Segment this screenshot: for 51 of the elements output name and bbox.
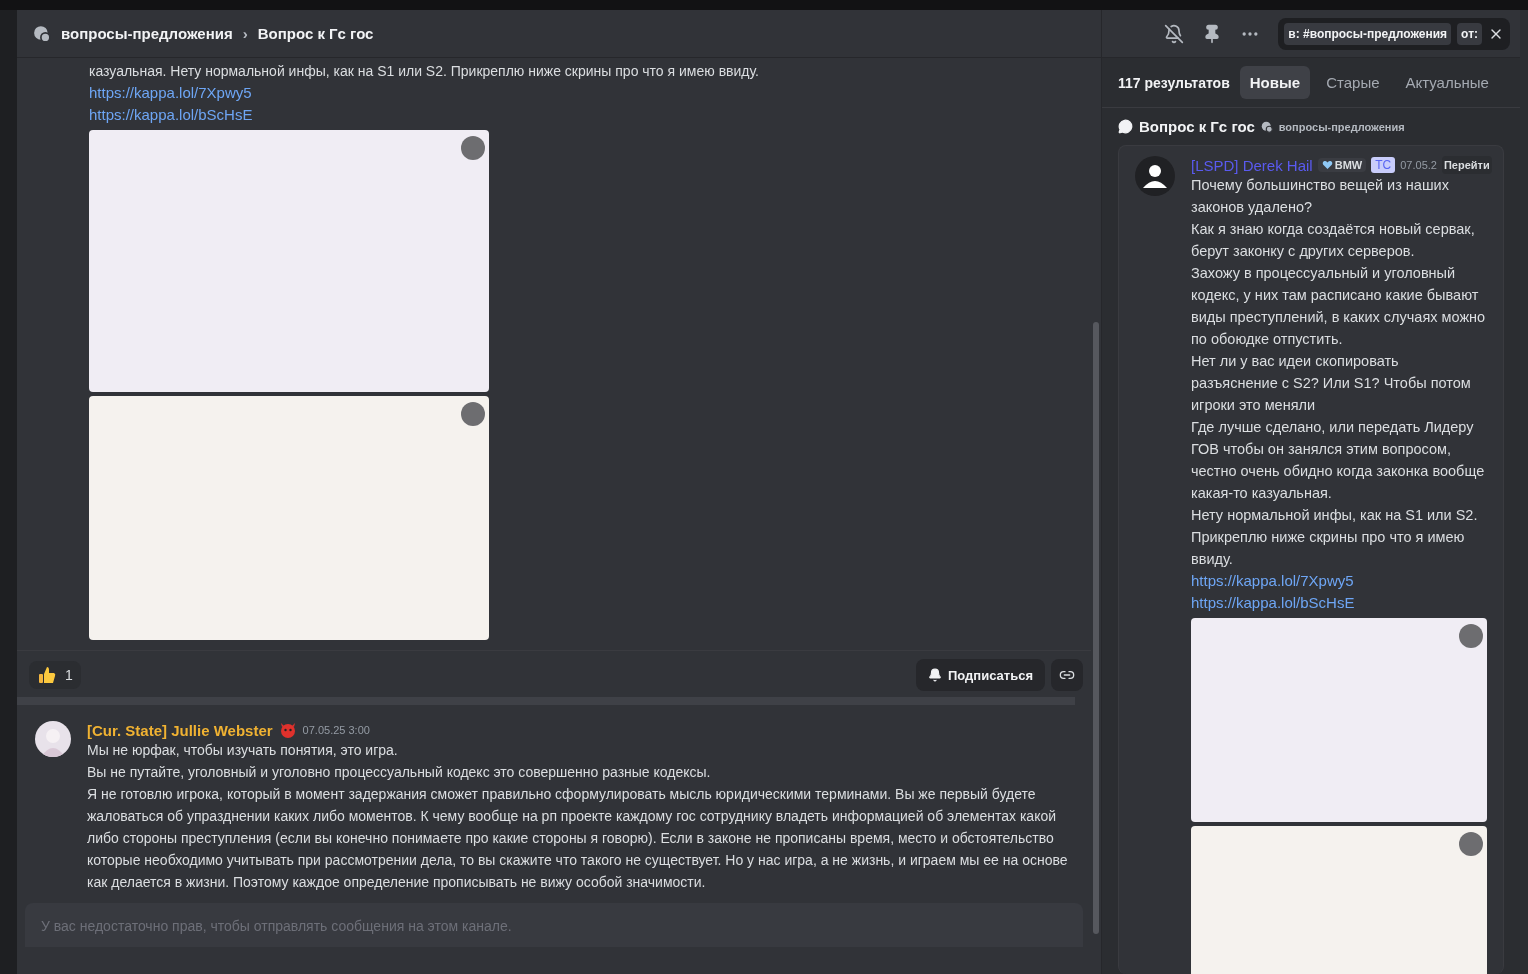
bell-icon	[928, 668, 942, 682]
message-text: Нет ли у вас идеи скопировать разъяснение с S2? Или S1? Чтобы потом игроки это меняли	[1191, 352, 1472, 415]
search-filter-chip[interactable]: в: #вопросы-предложения	[1284, 22, 1452, 45]
message-text: Нету нормальной инфы, как на S1 или S2. Прикреплю ниже скрины про что я имею ввиду.	[1191, 506, 1479, 569]
mute-icon[interactable]	[1164, 23, 1185, 44]
message-text: Я не готовлю игрока, который в момент задержания сможет правильно сформулировать мысль юридическими терминами. Вы же первый будете жаловаться об упразднении каких либо моментов. К чему вообще на рп проекте каждому гос сотруднику владеть информацией об элементах какой либо стороны преступления (если вы конечно понимаете про какие стороны я говорю). Если в законе не прописаны время, место и обстоятельство которые необходимо учитывать при рассмотрении дела, то вы скажите что такого не существует. Но у нас игра, а не жизнь, и играем мы ее на основе как делается в жизни. Поэтому каждое определение прописывать не вижу особой значимости.	[87, 785, 1069, 892]
loading-icon	[1459, 832, 1483, 856]
loading-icon	[1459, 624, 1483, 648]
message-time: 07.05.25 3:00	[302, 724, 370, 736]
devil-emoji-icon	[278, 721, 297, 739]
reaction-button[interactable]: 1	[29, 661, 81, 689]
sort-tab[interactable]: Актуальные	[1395, 66, 1499, 99]
server-tag: BMW	[1317, 158, 1367, 172]
avatar[interactable]	[1135, 156, 1175, 196]
thread-title: Вопрос к Гс гос	[257, 25, 374, 42]
thread-icon	[1260, 120, 1273, 133]
heart-icon	[1321, 160, 1333, 170]
follow-button[interactable]: Подписаться	[916, 659, 1045, 691]
role-badge: ТС	[1371, 157, 1396, 173]
message-link[interactable]: https://kappa.lol/bScHsE	[1191, 592, 1355, 614]
message-text: казуальная. Нету нормальной инфы, как на S1 или S2. Прикреплю ниже скрины про что я имею ввиду.	[89, 62, 760, 81]
breadcrumb-separator: ›	[242, 25, 248, 42]
channel-name[interactable]: вопросы-предложения	[1278, 120, 1405, 133]
message-text: Мы не юрфак, чтобы изучать понятия, это игра.	[87, 741, 399, 760]
channel-name[interactable]: вопросы-предложения	[61, 25, 233, 42]
jump-button[interactable]: Перейти	[1441, 156, 1492, 174]
message-text: Где лучше сделано, или передать Лидеру ГОВ чтобы он занялся этим вопросом, честно очень обидно когда законка вообще какая-то казуальная.	[1191, 418, 1486, 503]
avatar[interactable]	[35, 721, 71, 757]
message-link[interactable]: https://kappa.lol/bScHsE	[89, 104, 253, 126]
message-text: Вы не путайте, уголовный и уголовно процессуальный кодекс это совершенно разные кодексы.	[87, 763, 712, 782]
search-filter-chip[interactable]: от:	[1457, 22, 1482, 45]
thread-title[interactable]: Вопрос к Гс гос	[1139, 118, 1255, 135]
result-count: 117 результатов	[1118, 74, 1230, 91]
message-link[interactable]: https://kappa.lol/7Xpwy5	[1191, 570, 1354, 592]
message-link[interactable]: https://kappa.lol/7Xpwy5	[89, 82, 252, 104]
copy-link-button[interactable]	[1051, 659, 1083, 691]
message-text: Захожу в процессуальный и уголовный кодекс, у них там расписано какие бывают виды преступлений, в каких случаях можно по обоюдке отпустить.	[1191, 264, 1487, 349]
author-name[interactable]: [Cur. State] Jullie Webster	[87, 721, 273, 739]
message-text: Почему большинство вещей из наших законов удалено?	[1191, 176, 1450, 217]
search-field[interactable]: в: #вопросы-предложения от:	[1278, 17, 1510, 50]
sort-tab[interactable]: Новые	[1239, 66, 1311, 99]
thread-bubble-icon	[1118, 119, 1133, 134]
search-result-card[interactable]	[1118, 145, 1504, 974]
loading-icon	[461, 136, 485, 160]
thread-icon	[33, 24, 51, 43]
message-text: Как я знаю когда создаётся новый сервак, берут законку с других серверов.	[1191, 220, 1476, 261]
scrollbar-thumb[interactable]	[1093, 322, 1099, 934]
thumbs-up-icon	[37, 665, 57, 685]
loading-icon	[461, 402, 485, 426]
sort-tab[interactable]: Старые	[1316, 66, 1390, 99]
message-time: 07.05.2	[1400, 159, 1437, 171]
